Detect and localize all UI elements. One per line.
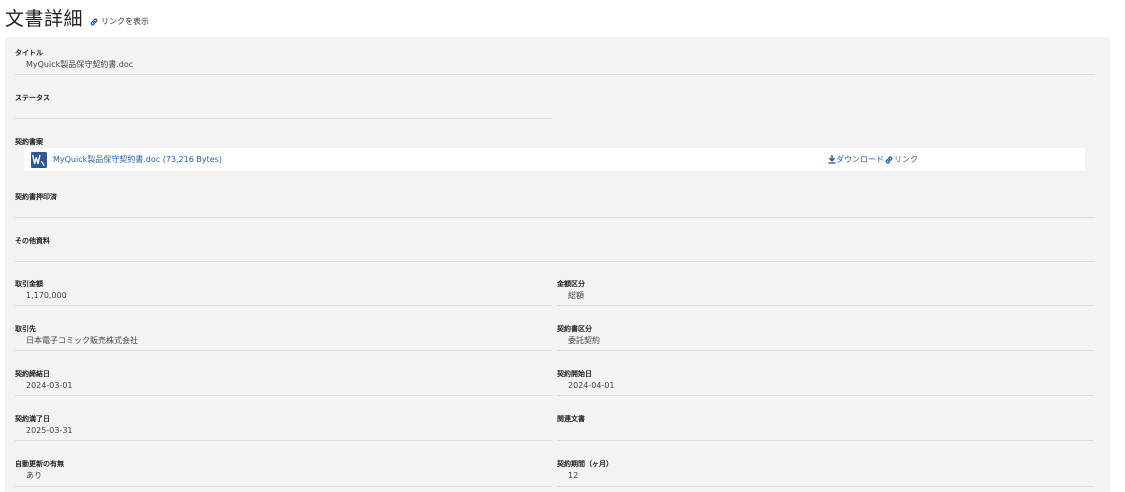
show-link-label: リンクを表示 bbox=[101, 17, 150, 26]
link-icon bbox=[885, 155, 893, 164]
field-value: 2024-04-01 bbox=[568, 381, 615, 390]
divider bbox=[15, 395, 552, 396]
attachment-link[interactable]: MyQuick製品保守契約書.doc (73,216 Bytes) bbox=[53, 154, 222, 165]
field-other: その他資料 bbox=[15, 236, 1095, 262]
field-value: あり bbox=[26, 471, 42, 480]
field-value: 日本電子コミック販売株式会社 bbox=[26, 336, 138, 345]
field-label: 契約期間（ヶ月） bbox=[557, 460, 613, 468]
divider bbox=[15, 217, 1095, 218]
field-label: 契約開始日 bbox=[557, 370, 592, 378]
field-end-date: 契約満了日 2025-03-31 bbox=[15, 414, 552, 441]
field-auto-renew: 自動更新の有無 あり bbox=[15, 459, 552, 487]
divider bbox=[557, 440, 1094, 441]
divider bbox=[15, 74, 1095, 75]
field-period: 契約期間（ヶ月） 12 bbox=[557, 459, 1094, 487]
field-sign-date: 契約締結日 2024-03-01 bbox=[15, 369, 552, 396]
divider bbox=[15, 440, 552, 441]
field-label: 契約書案 bbox=[15, 138, 43, 146]
field-label: その他資料 bbox=[15, 237, 50, 245]
divider bbox=[15, 118, 552, 119]
copy-link-button[interactable]: リンク bbox=[884, 154, 918, 165]
attachment-row: MyQuick製品保守契約書.doc (73,216 Bytes) ダウンロード bbox=[24, 148, 1085, 171]
field-label: 取引金額 bbox=[15, 280, 43, 288]
divider bbox=[557, 305, 1094, 306]
field-value: 総額 bbox=[568, 291, 584, 300]
field-value: 1,170,000 bbox=[26, 291, 67, 300]
page-title: 文書詳細 bbox=[5, 8, 84, 30]
divider bbox=[557, 350, 1094, 351]
field-contract-type: 契約書区分 委託契約 bbox=[557, 324, 1094, 351]
attachment-actions: ダウンロード リンク bbox=[828, 154, 918, 165]
download-button[interactable]: ダウンロード bbox=[828, 154, 884, 165]
field-value: MyQuick製品保守契約書.doc bbox=[26, 60, 134, 69]
link-icon bbox=[90, 17, 98, 26]
divider bbox=[15, 486, 552, 487]
show-link-button[interactable]: リンクを表示 bbox=[89, 16, 149, 27]
divider bbox=[15, 305, 552, 306]
download-label: ダウンロード bbox=[836, 155, 884, 164]
field-amount: 取引金額 1,170,000 bbox=[15, 279, 552, 306]
divider bbox=[557, 395, 1094, 396]
field-label: 契約書区分 bbox=[557, 325, 592, 333]
divider bbox=[15, 350, 552, 351]
field-label: 契約満了日 bbox=[15, 415, 50, 423]
divider bbox=[15, 261, 1095, 262]
field-label: ステータス bbox=[15, 94, 50, 102]
page-header: 文書詳細 リンクを表示 bbox=[5, 4, 149, 30]
divider bbox=[557, 486, 1094, 487]
link-label: リンク bbox=[894, 155, 918, 164]
field-partner: 取引先 日本電子コミック販売株式会社 bbox=[15, 324, 552, 351]
field-status: ステータス bbox=[15, 93, 552, 119]
field-label: 金額区分 bbox=[557, 280, 585, 288]
field-label: 自動更新の有無 bbox=[15, 460, 64, 468]
field-value: 12 bbox=[568, 471, 579, 480]
field-amount-type: 金額区分 総額 bbox=[557, 279, 1094, 306]
field-title: タイトル MyQuick製品保守契約書.doc bbox=[15, 48, 1095, 75]
field-sealed: 契約書押印済 bbox=[15, 192, 1095, 218]
field-label: タイトル bbox=[15, 49, 43, 57]
field-label: 契約締結日 bbox=[15, 370, 50, 378]
field-related: 関連文書 bbox=[557, 414, 1094, 441]
field-value: 委託契約 bbox=[568, 336, 600, 345]
document-detail-panel: タイトル MyQuick製品保守契約書.doc ステータス 契約書案 MyQui… bbox=[5, 37, 1110, 492]
word-document-icon bbox=[31, 151, 47, 168]
field-label: 契約書押印済 bbox=[15, 193, 57, 201]
field-value: 2025-03-31 bbox=[26, 426, 73, 435]
field-label: 関連文書 bbox=[557, 415, 585, 423]
field-start-date: 契約開始日 2024-04-01 bbox=[557, 369, 1094, 396]
field-label: 取引先 bbox=[15, 325, 36, 333]
field-value: 2024-03-01 bbox=[26, 381, 73, 390]
download-icon bbox=[828, 155, 836, 164]
